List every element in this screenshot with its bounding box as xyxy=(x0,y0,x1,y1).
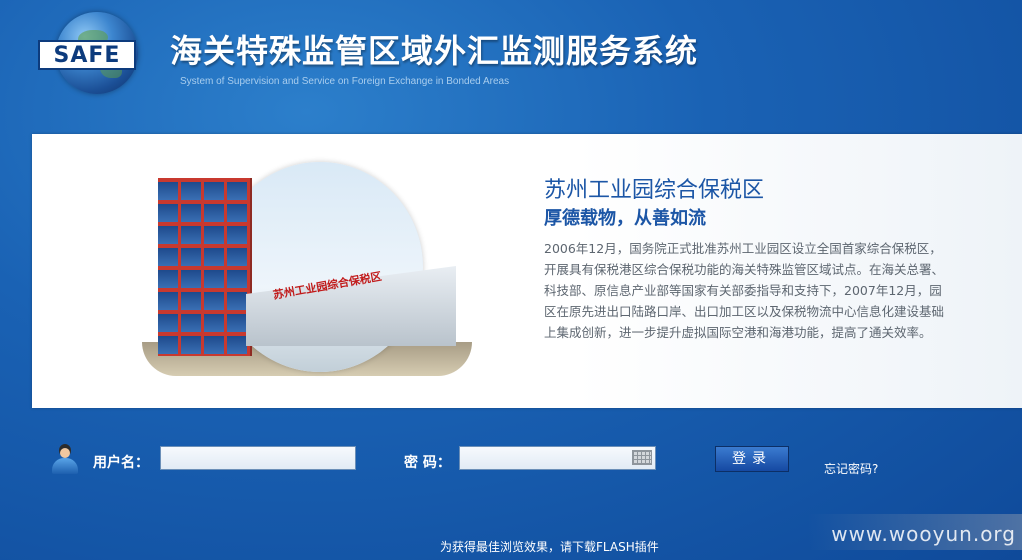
logo-text: SAFE xyxy=(38,40,136,70)
zone-description: 2006年12月，国务院正式批准苏州工业园区设立全国首家综合保税区，开展具有保税… xyxy=(544,241,945,340)
password-input[interactable] xyxy=(459,446,656,470)
safe-logo: SAFE xyxy=(38,10,138,96)
forgot-password-link[interactable]: 忘记密码? xyxy=(824,460,878,477)
user-icon xyxy=(52,444,78,474)
keyboard-icon[interactable] xyxy=(632,450,652,465)
password-label: 密 码： xyxy=(404,455,451,471)
zone-title: 苏州工业园综合保税区 xyxy=(544,178,765,203)
username-label: 用户名： xyxy=(93,455,149,471)
header: SAFE 海关特殊监管区域外汇监测服务系统 System of Supervis… xyxy=(0,0,1022,130)
login-form: 用户名： 密 码： 登录 忘记密码? xyxy=(0,440,1022,480)
system-title: 海关特殊监管区域外汇监测服务系统 xyxy=(170,32,699,70)
zone-slogan: 厚德载物，从善如流 xyxy=(544,208,706,229)
login-button[interactable]: 登录 xyxy=(715,446,789,472)
username-input[interactable] xyxy=(160,446,356,470)
intro-panel: 苏州工业园综合保税区 苏州工业园综合保税区 厚德载物，从善如流 2006年12月… xyxy=(32,134,1022,408)
system-subtitle: System of Supervision and Service on For… xyxy=(180,76,510,87)
tower-building xyxy=(158,178,250,356)
watermark: www.wooyun.org xyxy=(831,522,1016,546)
flash-plugin-link[interactable]: 为获得最佳浏览效果，请下载FLASH插件 xyxy=(440,538,659,555)
